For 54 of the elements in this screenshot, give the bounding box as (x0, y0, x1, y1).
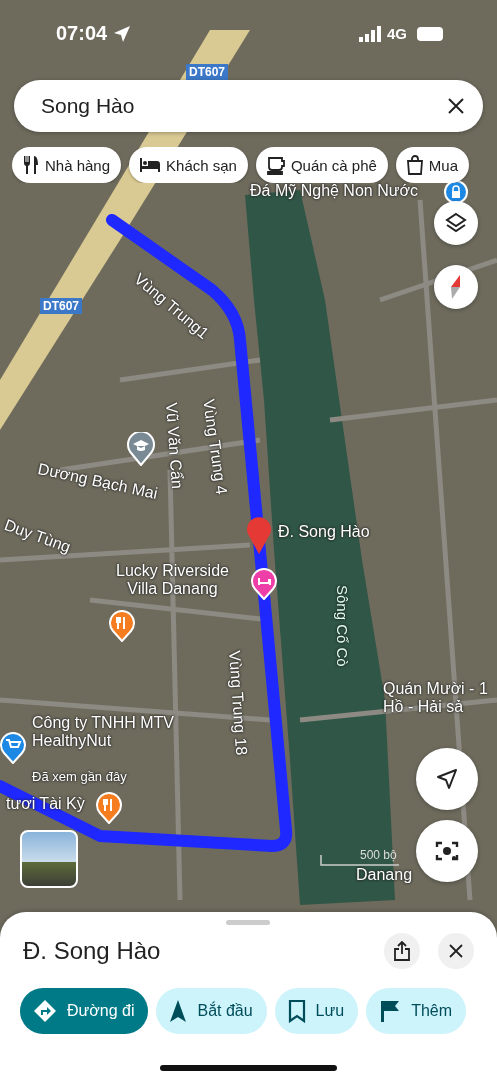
category-chip[interactable]: Quán cà phê (255, 147, 388, 183)
navigation-arrow-icon (169, 999, 188, 1023)
navigation-arrow-icon (436, 768, 458, 790)
street-view-thumbnail[interactable] (20, 830, 78, 888)
action-button[interactable]: Lưu (274, 988, 359, 1034)
bed-icon (139, 157, 162, 173)
action-button[interactable]: Thêm (366, 988, 467, 1034)
place-label: Công ty TNHH MTV HealthyNut (32, 714, 174, 751)
route-shield: DT607 (186, 64, 229, 80)
category-chip[interactable]: Mua (395, 147, 470, 183)
place-label: Đá Mỹ Nghệ Non Nước (250, 182, 418, 201)
place-title: Đ. Song Hào (23, 937, 161, 965)
restaurant-pin-icon[interactable] (109, 610, 135, 642)
place-label: Đ. Song Hào (278, 523, 370, 542)
shopping-cart-pin-icon[interactable] (0, 732, 26, 764)
place-label: Quán Mười - 1 Hồ - Hải sả (383, 680, 488, 717)
status-time: 07:04 (56, 22, 108, 45)
search-bar[interactable]: Song Hào (14, 80, 483, 132)
school-pin-icon[interactable] (127, 432, 155, 466)
drag-handle[interactable] (226, 920, 270, 925)
category-chip[interactable]: Khách sạn (129, 147, 248, 183)
street-label: Vùng Trung 4 (199, 398, 231, 496)
directions-diamond-icon (33, 999, 57, 1023)
hotel-pin-icon[interactable] (251, 568, 277, 600)
action-button[interactable]: Bắt đầu (156, 988, 267, 1034)
network-label: 4G (387, 25, 407, 42)
cup-icon (265, 155, 286, 175)
street-label: Dương Bạch Mai (36, 460, 160, 504)
bookmark-icon (287, 999, 306, 1023)
search-field[interactable]: Song Hào (41, 94, 421, 118)
street-label: Duy Tùng (1, 516, 73, 557)
street-label: Vũ Văn Cẩn (162, 402, 186, 490)
action-button[interactable]: Đường đi (20, 988, 149, 1034)
route-shield: DT607 (40, 298, 83, 314)
river-label: Sông Cổ Cò (333, 585, 351, 667)
share-button[interactable] (384, 933, 420, 969)
camera-lens-icon (435, 840, 459, 862)
flag-icon (379, 999, 402, 1023)
place-note: Đã xem gần đây (32, 770, 127, 785)
layers-icon (445, 212, 467, 234)
scale-label: 500 bộ (360, 848, 397, 862)
place-label: Danang (356, 866, 413, 885)
close-icon (449, 944, 463, 958)
category-chip[interactable]: Nhà hàng (12, 147, 122, 183)
share-icon (394, 941, 410, 961)
shopping-bag-icon (405, 155, 424, 175)
close-button[interactable] (438, 933, 474, 969)
street-label: Vùng Trung 18 (225, 650, 251, 756)
restaurant-pin-icon[interactable] (96, 792, 122, 824)
signal-bars-icon (359, 25, 381, 42)
fork-knife-icon (22, 155, 40, 175)
close-icon[interactable] (447, 97, 465, 115)
location-arrow-icon (113, 24, 132, 43)
place-label: Lucky Riverside Villa Danang (116, 562, 229, 599)
